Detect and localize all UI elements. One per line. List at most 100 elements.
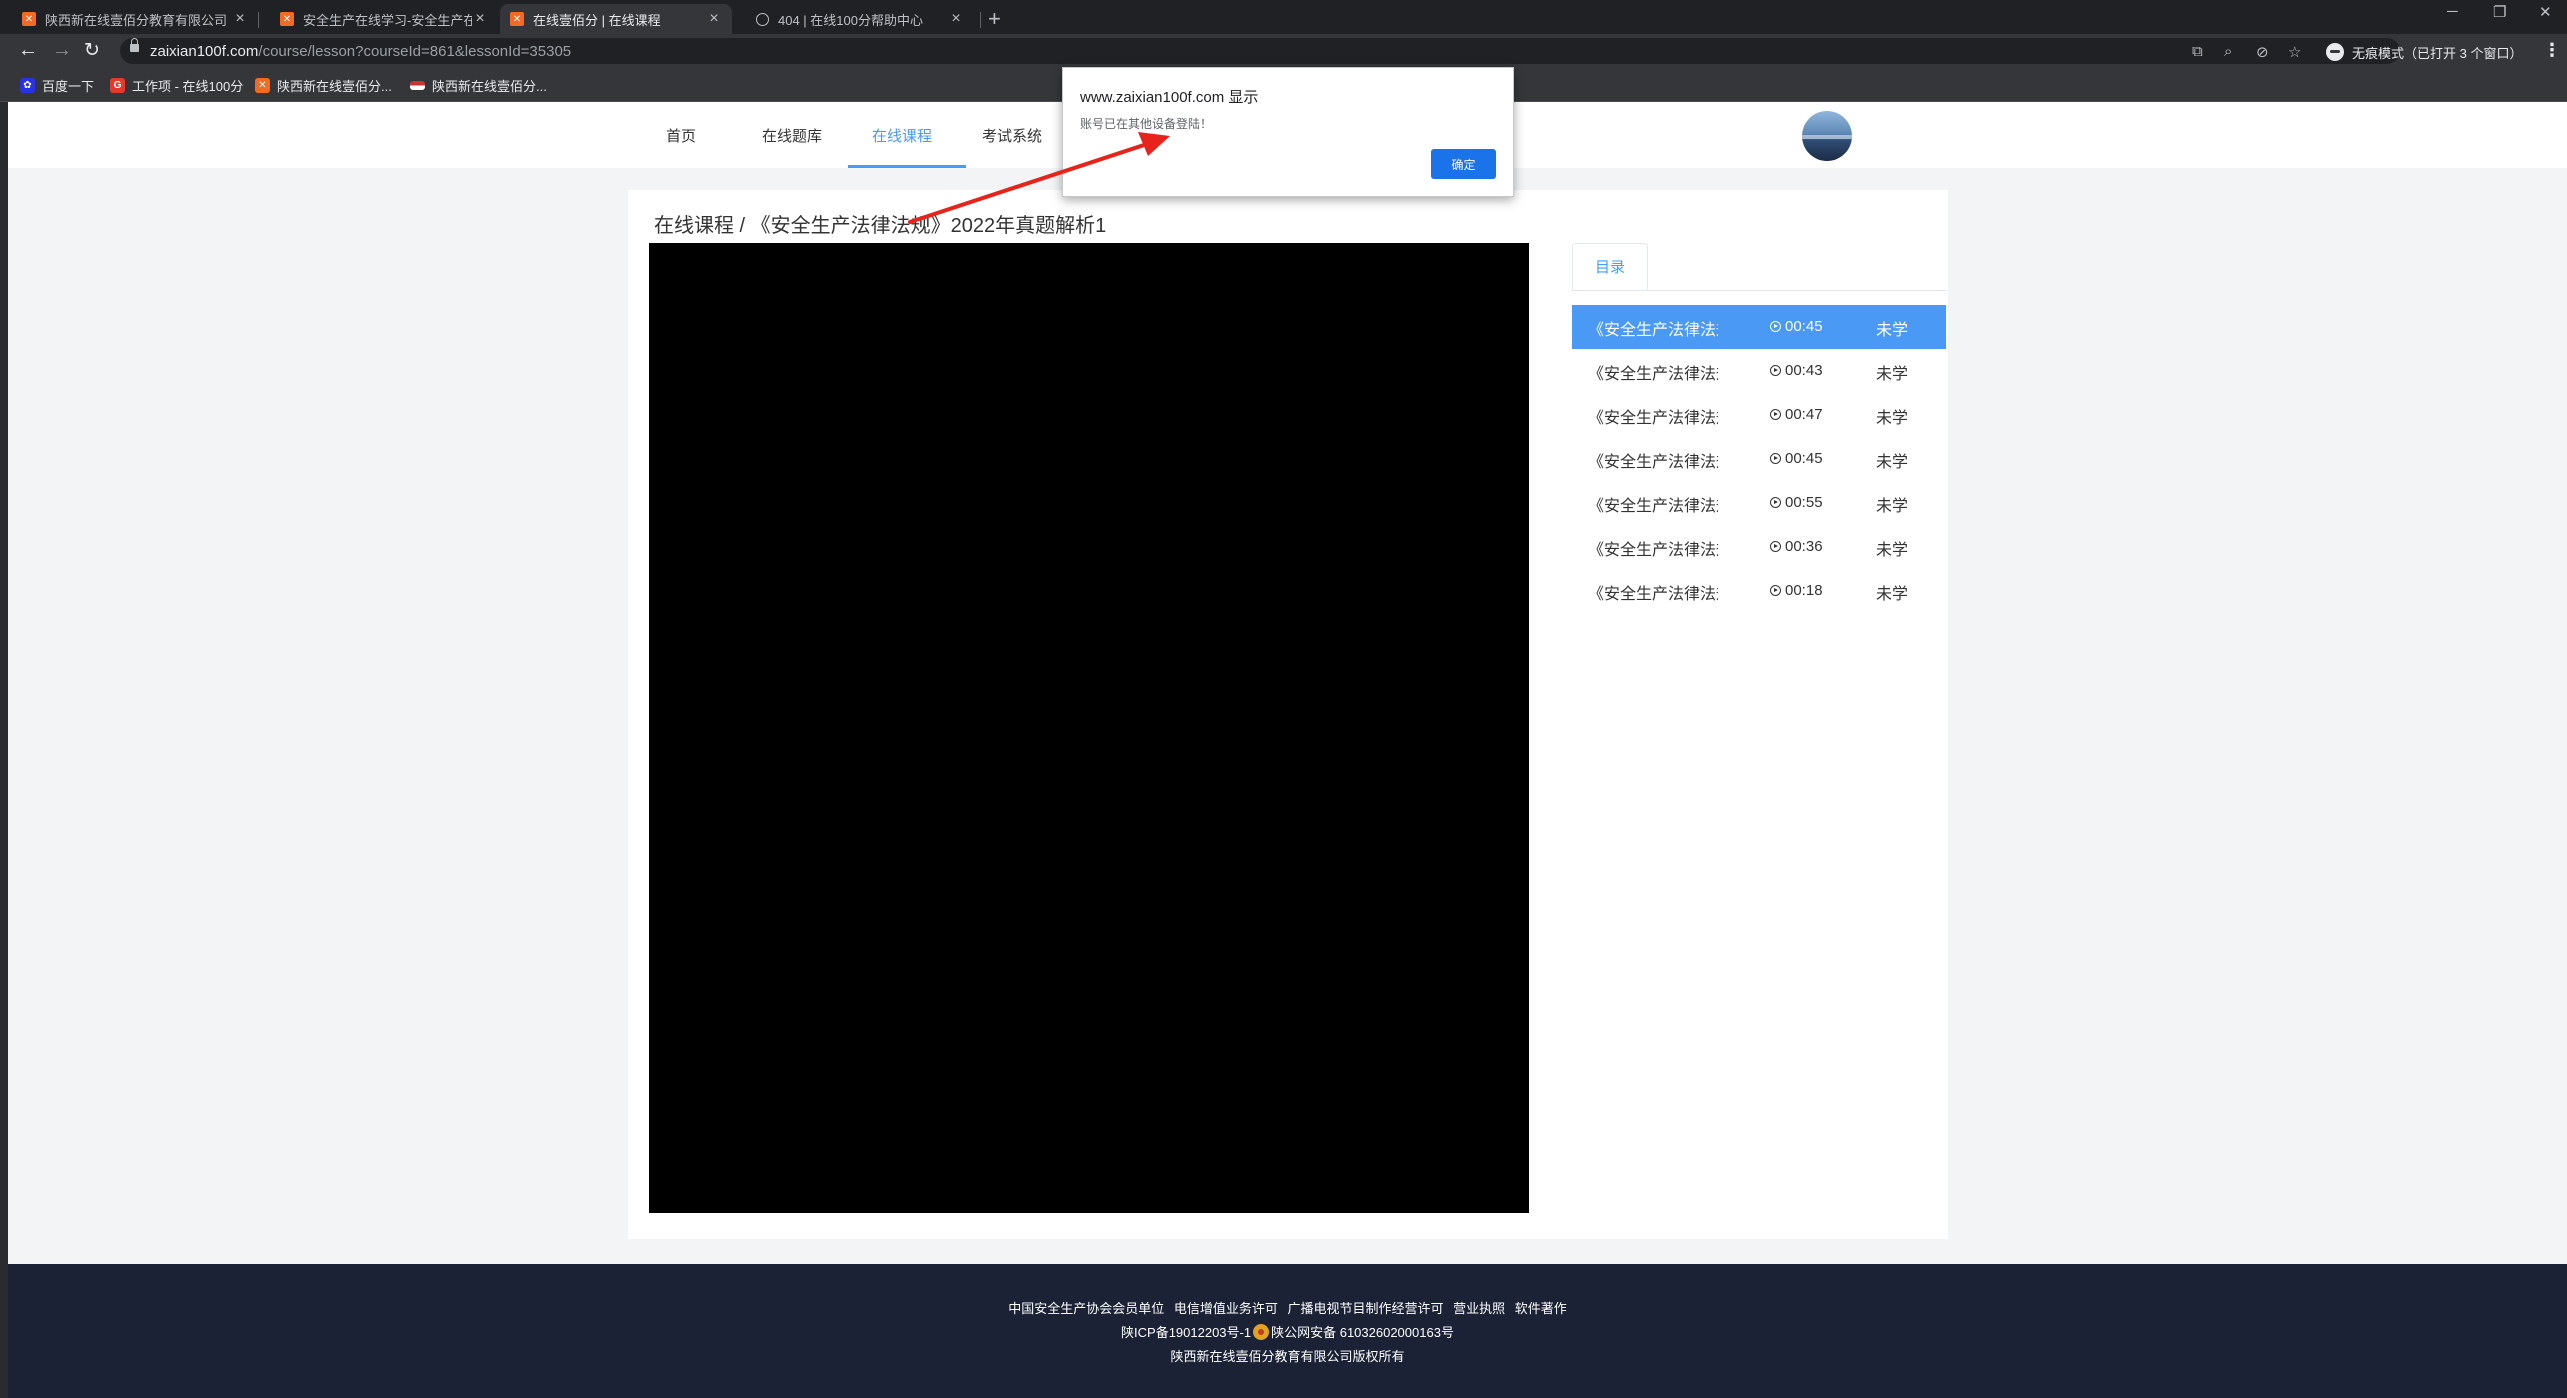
window-close-icon[interactable]: ✕	[2539, 3, 2552, 21]
url-text: zaixian100f.com/course/lesson?courseId=8…	[150, 43, 571, 60]
footer-links: 中国安全生产协会会员单位 电信增值业务许可 广播电视节目制作经营许可 营业执照 …	[8, 1298, 2567, 1317]
tab-catalog[interactable]: 目录	[1572, 243, 1648, 290]
lesson-item[interactable]: 《安全生产法律法规》2022年真题解析7 00:18 未学	[1572, 569, 1946, 613]
duration-text: 00:45	[1785, 318, 1823, 335]
tab-close-icon[interactable]: ×	[472, 10, 488, 28]
lesson-duration: 00:47	[1770, 406, 1823, 423]
page-left-gutter	[0, 102, 8, 1398]
nav-question-bank[interactable]: 在线题库	[762, 125, 822, 146]
dialog-title: www.zaixian100f.com 显示	[1080, 89, 1259, 106]
alert-dialog: www.zaixian100f.com 显示 账号已在其他设备登陆！ 确定	[1062, 67, 1514, 197]
tab-close-icon[interactable]: ×	[948, 10, 964, 28]
browser-tab[interactable]: ✕ 安全生产在线学习-安全生产在线 ×	[258, 4, 498, 34]
bookmark-item[interactable]: 陕西新在线壹佰分...	[410, 76, 547, 95]
police-badge-icon	[1253, 1324, 1270, 1340]
flag-icon	[410, 81, 425, 90]
lesson-item[interactable]: 《安全生产法律法规》2022年真题解析2 00:43 未学	[1572, 349, 1946, 393]
course-panel: 在线课程 / 《安全生产法律法规》2022年真题解析1 目录 《安全生产法律法规…	[628, 190, 1948, 1239]
bookmark-label: 百度一下	[42, 79, 95, 94]
duration-text: 00:43	[1785, 362, 1823, 379]
play-circle-icon	[1770, 365, 1781, 376]
lesson-item[interactable]: 《安全生产法律法规》2022年真题解析5 00:55 未学	[1572, 481, 1946, 525]
play-circle-icon	[1770, 321, 1781, 332]
tab-close-icon[interactable]: ×	[706, 10, 722, 28]
breadcrumb: 在线课程 / 《安全生产法律法规》2022年真题解析1	[654, 215, 1107, 237]
nav-exam-system[interactable]: 考试系统	[982, 125, 1042, 146]
minimize-icon[interactable]: ─	[2447, 3, 2458, 20]
lesson-duration: 00:45	[1770, 450, 1823, 467]
bookmark-item[interactable]: ✿ 百度一下	[20, 76, 94, 95]
play-circle-icon	[1770, 585, 1781, 596]
nav-online-course[interactable]: 在线课程	[872, 125, 932, 146]
icp-link[interactable]: 陕ICP备19012203号-1	[1121, 1325, 1251, 1340]
baidu-paw-icon: ✿	[20, 78, 35, 93]
translate-icon[interactable]: ⧉	[2192, 43, 2203, 60]
address-bar[interactable]: zaixian100f.com/course/lesson?courseId=8…	[120, 38, 2400, 64]
site-favicon-icon: ✕	[22, 12, 36, 26]
tab-close-icon[interactable]: ×	[232, 10, 248, 28]
duration-text: 00:45	[1785, 450, 1823, 467]
lesson-item[interactable]: 《安全生产法律法规》2022年真题解析4 00:45 未学	[1572, 437, 1946, 481]
lesson-item[interactable]: 《安全生产法律法规》2022年真题解析6 00:36 未学	[1572, 525, 1946, 569]
footer-link[interactable]: 营业执照	[1453, 1301, 1505, 1316]
user-avatar[interactable]	[1802, 111, 1852, 161]
footer-copyright: 陕西新在线壹佰分教育有限公司版权所有	[1170, 1349, 1405, 1364]
lesson-title: 《安全生产法律法规》2022年真题解析7	[1588, 586, 1718, 603]
lesson-title: 《安全生产法律法规》2022年真题解析4	[1588, 454, 1718, 471]
new-tab-plus-icon[interactable]: +	[988, 6, 1001, 32]
footer-registration: 陕ICP备19012203号-1 陕公网安备 61032602000163号	[8, 1322, 2567, 1341]
browser-tab[interactable]: 404 | 在线100分帮助中心 ×	[734, 4, 974, 34]
bookmark-label: 工作项 - 在线100分	[132, 79, 244, 94]
police-record-link[interactable]: 陕公网安备 61032602000163号	[1271, 1325, 1454, 1340]
site-favicon-icon: ✕	[510, 12, 524, 26]
restore-icon[interactable]: ❐	[2493, 3, 2506, 21]
lesson-title: 《安全生产法律法规》2022年真题解析3	[1588, 410, 1718, 427]
back-arrow-icon[interactable]: ←	[18, 39, 38, 62]
browser-tab-strip: ✕ 陕西新在线壹佰分教育有限公司 × ✕ 安全生产在线学习-安全生产在线 × ✕…	[0, 0, 2567, 34]
browser-tab-active[interactable]: ✕ 在线壹佰分 | 在线课程 ×	[500, 4, 732, 34]
play-circle-icon	[1770, 541, 1781, 552]
bookmark-label: 陕西新在线壹佰分...	[432, 79, 547, 94]
lesson-status: 未学	[1876, 542, 1909, 559]
lesson-status: 未学	[1876, 498, 1909, 515]
play-circle-icon	[1770, 409, 1781, 420]
sidebar-tabs: 目录	[1572, 243, 1947, 291]
lesson-status: 未学	[1876, 322, 1909, 339]
site-favicon-icon: ✕	[280, 12, 294, 26]
url-path: /course/lesson?courseId=861&lessonId=353…	[258, 43, 572, 60]
tab-divider	[980, 12, 981, 28]
dialog-ok-button[interactable]: 确定	[1431, 149, 1496, 179]
duration-text: 00:55	[1785, 494, 1823, 511]
lesson-title: 《安全生产法律法规》2022年真题解析2	[1588, 366, 1718, 383]
lesson-status: 未学	[1876, 366, 1909, 383]
browser-toolbar: ← → ↻ zaixian100f.com/course/lesson?cour…	[0, 34, 2567, 68]
tracking-blocked-eye-icon[interactable]: ⊘	[2256, 43, 2269, 61]
footer-link[interactable]: 中国安全生产协会会员单位	[1008, 1301, 1164, 1316]
bookmark-label: 陕西新在线壹佰分...	[277, 79, 392, 94]
reload-icon[interactable]: ↻	[84, 39, 100, 62]
browser-menu-icon[interactable]: ⋮	[2543, 40, 2561, 61]
incognito-indicator[interactable]: 无痕模式（已打开 3 个窗口）	[2326, 40, 2522, 64]
lesson-status: 未学	[1876, 454, 1909, 471]
footer-link[interactable]: 广播电视节目制作经营许可	[1287, 1301, 1443, 1316]
bookmark-star-icon[interactable]: ☆	[2288, 43, 2301, 61]
lesson-item[interactable]: 《安全生产法律法规》2022年真题解析3 00:47 未学	[1572, 393, 1946, 437]
video-player[interactable]	[649, 243, 1529, 1213]
lesson-title: 《安全生产法律法规》2022年真题解析6	[1588, 542, 1718, 559]
incognito-label: 无痕模式（已打开 3 个窗口）	[2352, 45, 2523, 61]
nav-home[interactable]: 首页	[666, 125, 696, 146]
bookmark-item[interactable]: ✕ 陕西新在线壹佰分...	[255, 76, 392, 95]
footer-link[interactable]: 软件著作	[1515, 1301, 1567, 1316]
nav-active-underline	[848, 165, 966, 168]
browser-tab[interactable]: ✕ 陕西新在线壹佰分教育有限公司 ×	[0, 4, 258, 34]
footer-link[interactable]: 电信增值业务许可	[1174, 1301, 1278, 1316]
lesson-item-active[interactable]: 《安全生产法律法规》2022年真题解析1 00:45 未学	[1572, 305, 1946, 349]
browser-tab-title: 在线壹佰分 | 在线课程	[533, 12, 661, 28]
gitee-g-icon: G	[110, 78, 125, 93]
browser-tab-title: 陕西新在线壹佰分教育有限公司	[45, 12, 228, 28]
browser-tab-title: 安全生产在线学习-安全生产在线	[303, 12, 472, 28]
bookmark-item[interactable]: G 工作项 - 在线100分	[110, 76, 243, 95]
zoom-icon[interactable]: ⌕	[2224, 43, 2232, 60]
duration-text: 00:47	[1785, 406, 1823, 423]
forward-arrow-icon[interactable]: →	[52, 39, 72, 62]
